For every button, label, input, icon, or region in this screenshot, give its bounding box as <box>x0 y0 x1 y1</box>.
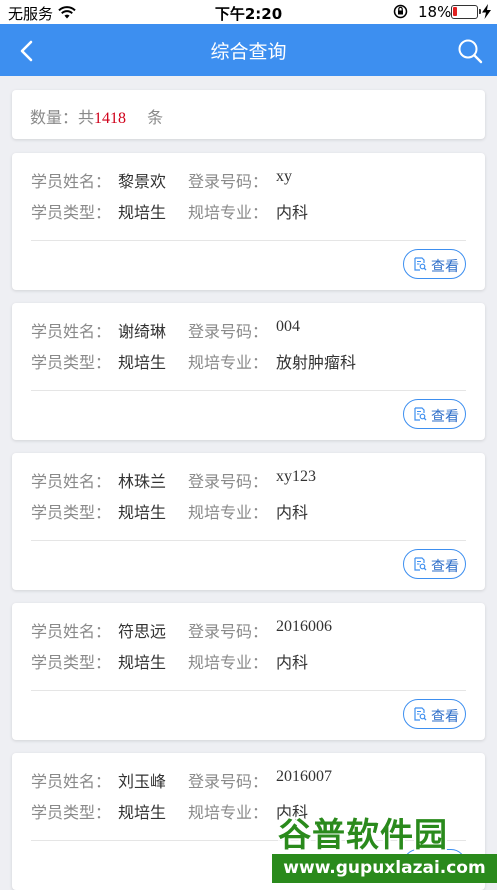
battery-fill <box>453 7 457 16</box>
type-label: 学员类型： <box>31 203 112 222</box>
login-number: 2016006 <box>276 618 332 635</box>
count-value: 1418 <box>94 110 127 127</box>
login-label: 登录号码： <box>188 772 269 791</box>
type-label: 学员类型： <box>31 803 112 822</box>
student-name: 林珠兰 <box>118 472 167 491</box>
major-label: 规培专业： <box>188 353 269 372</box>
divider <box>31 540 466 541</box>
name-label: 学员姓名： <box>31 172 112 191</box>
student-type: 规培生 <box>118 653 167 672</box>
student-card: 学员姓名： 林珠兰 登录号码： xy123 学员类型： 规培生 规培专业： 内科查看 <box>12 453 485 590</box>
login-number: 2016007 <box>276 768 332 785</box>
student-type: 规培生 <box>118 353 167 372</box>
battery-percentage: 18% <box>418 3 452 21</box>
watermark: 谷普软件园 www.gupuxlazai.com <box>272 806 497 883</box>
student-card: 学员姓名： 谢绮琳 登录号码： 004 学员类型： 规培生 规培专业： 放射肿瘤科查看 <box>12 303 485 440</box>
login-label: 登录号码： <box>188 172 269 191</box>
login-label: 登录号码： <box>188 622 269 641</box>
major-label: 规培专业： <box>188 653 269 672</box>
view-document-icon <box>414 557 427 571</box>
name-label: 学员姓名： <box>31 772 112 791</box>
type-label: 学员类型： <box>31 503 112 522</box>
view-button-label: 查看 <box>431 259 459 275</box>
student-major: 内科 <box>276 203 309 222</box>
search-icon <box>458 39 483 64</box>
login-number: xy123 <box>276 468 316 485</box>
login-label: 登录号码： <box>188 322 269 341</box>
view-button[interactable]: 查看 <box>403 699 466 729</box>
count-summary: 数量：共1418 条 <box>12 90 485 139</box>
student-card: 学员姓名： 黎景欢 登录号码： xy 学员类型： 规培生 规培专业： 内科查看 <box>12 153 485 290</box>
search-button[interactable] <box>456 37 484 65</box>
view-button[interactable]: 查看 <box>403 249 466 279</box>
view-button-label: 查看 <box>431 709 459 725</box>
view-button-label: 查看 <box>431 559 459 575</box>
divider <box>31 240 466 241</box>
watermark-text: 谷普软件园 <box>278 815 448 854</box>
battery-icon <box>451 5 481 19</box>
view-button[interactable]: 查看 <box>403 399 466 429</box>
student-name: 刘玉峰 <box>118 772 167 791</box>
name-label: 学员姓名： <box>31 472 112 491</box>
watermark-url: www.gupuxlazai.com <box>272 854 497 883</box>
name-label: 学员姓名： <box>31 322 112 341</box>
student-name: 谢绮琳 <box>118 322 167 341</box>
count-unit: 条 <box>147 108 164 127</box>
view-document-icon <box>414 257 427 271</box>
type-label: 学员类型： <box>31 653 112 672</box>
page-title: 综合查询 <box>210 41 287 63</box>
student-major: 放射肿瘤科 <box>276 353 357 372</box>
view-document-icon <box>414 707 427 721</box>
charging-icon <box>482 4 491 23</box>
login-label: 登录号码： <box>188 472 269 491</box>
student-major: 内科 <box>276 503 309 522</box>
major-label: 规培专业： <box>188 503 269 522</box>
nav-bar: 综合查询 <box>0 24 497 76</box>
major-label: 规培专业： <box>188 803 269 822</box>
student-major: 内科 <box>276 653 309 672</box>
view-button-label: 查看 <box>431 409 459 425</box>
student-name: 黎景欢 <box>118 172 167 191</box>
student-type: 规培生 <box>118 203 167 222</box>
student-type: 规培生 <box>118 803 167 822</box>
view-button[interactable]: 查看 <box>403 549 466 579</box>
view-document-icon <box>414 407 427 421</box>
login-number: xy <box>276 168 292 185</box>
orientation-lock-icon <box>393 4 408 23</box>
name-label: 学员姓名： <box>31 622 112 641</box>
status-bar: 无服务 下午2:20 18% <box>0 0 497 24</box>
major-label: 规培专业： <box>188 203 269 222</box>
student-card: 学员姓名： 符思远 登录号码： 2016006 学员类型： 规培生 规培专业： 内科查看 <box>12 603 485 740</box>
student-name: 符思远 <box>118 622 167 641</box>
count-label: 数量：共 <box>30 108 95 127</box>
divider <box>31 690 466 691</box>
type-label: 学员类型： <box>31 353 112 372</box>
divider <box>31 390 466 391</box>
student-type: 规培生 <box>118 503 167 522</box>
login-number: 004 <box>276 318 300 335</box>
